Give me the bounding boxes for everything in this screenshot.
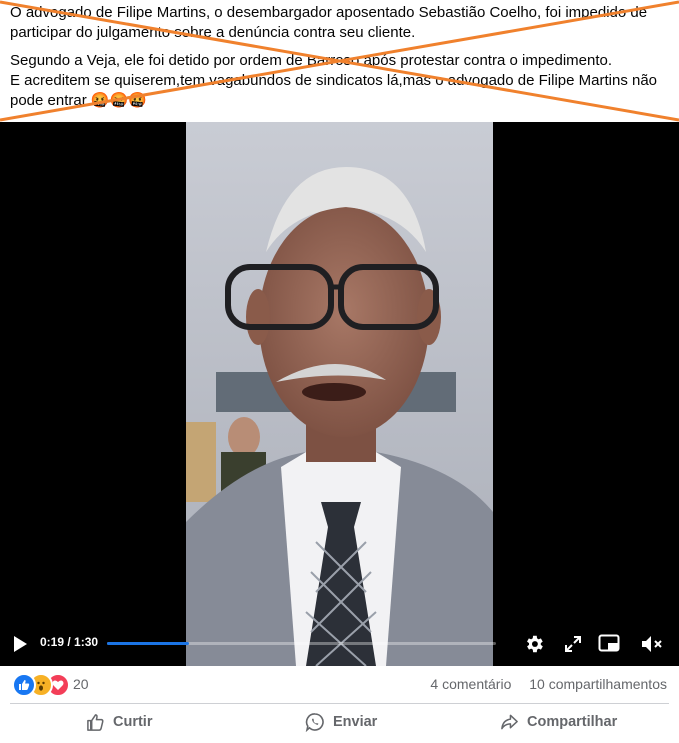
angry-emojis: 🤬🤬🤬 [90, 92, 147, 109]
like-icon [12, 673, 36, 697]
post-paragraph-1: O advogado de Filipe Martins, o desembar… [10, 4, 648, 41]
settings-icon [527, 635, 543, 653]
fullscreen-icon [565, 636, 581, 652]
post-actions: Curtir Enviar Compartilhar [0, 705, 679, 739]
send-button[interactable]: Enviar [305, 709, 377, 735]
thumbs-up-icon [87, 713, 104, 731]
post-paragraph-2: Segundo a Veja, ele foi detido por ordem… [10, 51, 670, 111]
play-button[interactable] [10, 634, 30, 654]
fullscreen-button[interactable] [561, 632, 585, 656]
post-paragraph-2-line-2: E acreditem se quiserem,tem vagabundos d… [10, 71, 670, 111]
like-button[interactable]: Curtir [86, 709, 152, 735]
post-stats: 4 comentário 10 compartilhamentos [416, 676, 667, 692]
video-progress-played [107, 642, 190, 645]
video-player[interactable]: 0:19 / 1:30 [0, 122, 679, 666]
video-controls: 0:19 / 1:30 [0, 622, 679, 666]
send-label: Enviar [333, 714, 378, 730]
share-button[interactable]: Compartilhar [500, 709, 617, 735]
video-time: 0:19 / 1:30 [40, 635, 99, 649]
shares-count[interactable]: 10 compartilhamentos [529, 676, 667, 692]
share-arrow-icon [501, 714, 518, 730]
video-thumbnail [186, 122, 493, 666]
mute-button[interactable] [639, 632, 665, 656]
muted-icon [642, 636, 662, 652]
post-paragraph-2-line-1: Segundo a Veja, ele foi detido por ordem… [10, 52, 613, 69]
divider [10, 703, 669, 704]
video-frame[interactable] [186, 122, 493, 666]
pip-button[interactable] [597, 632, 621, 656]
post-text: O advogado de Filipe Martins, o desembar… [0, 0, 679, 122]
whatsapp-icon [305, 713, 324, 732]
reaction-count[interactable]: 20 [73, 676, 89, 692]
pip-icon [598, 634, 620, 652]
play-icon [14, 636, 27, 652]
reactions-bar: 20 4 comentário 10 compartilhamentos [0, 670, 679, 698]
video-progress-bar[interactable] [107, 642, 496, 645]
like-label: Curtir [113, 714, 153, 730]
settings-button[interactable] [522, 632, 546, 656]
share-label: Compartilhar [527, 714, 618, 730]
comments-count[interactable]: 4 comentário [430, 676, 511, 692]
